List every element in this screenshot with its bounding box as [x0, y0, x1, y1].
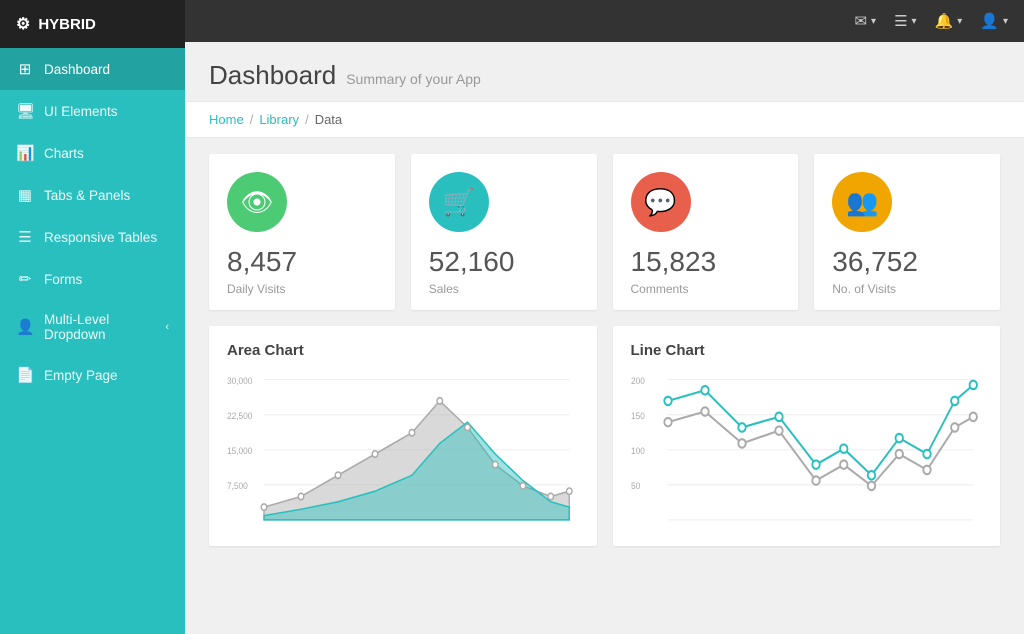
line-chart-card: Line Chart 200 150 100 50 [613, 326, 1001, 546]
tabs-icon: ▦ [16, 186, 34, 204]
sidebar-item-responsive-tables[interactable]: ☰ Responsive Tables [0, 216, 185, 258]
breadcrumb-library[interactable]: Library [259, 112, 299, 127]
svg-text:100: 100 [631, 445, 645, 456]
chevron-left-icon: ‹ [165, 321, 169, 333]
line-chart-svg: 200 150 100 50 [631, 369, 983, 539]
comments-value: 15,823 [631, 246, 781, 278]
breadcrumb: Home / Library / Data [185, 101, 1024, 138]
comment-icon: 💬 [644, 187, 676, 218]
area-chart-title: Area Chart [227, 342, 579, 359]
svg-text:15,000: 15,000 [227, 445, 252, 456]
topbar-user[interactable]: 👤 ▾ [980, 12, 1008, 30]
comments-icon-circle: 💬 [631, 172, 691, 232]
topbar-mail[interactable]: ✉ ▾ [854, 12, 876, 30]
sidebar-item-tabs-panels[interactable]: ▦ Tabs & Panels [0, 174, 185, 216]
daily-visits-label: Daily Visits [227, 282, 377, 296]
page-icon: 📄 [16, 366, 34, 384]
svg-text:200: 200 [631, 375, 645, 386]
svg-text:50: 50 [631, 481, 640, 492]
stats-cards-row: 👁 8,457 Daily Visits 🛒 52,160 Sales 💬 15… [185, 154, 1024, 326]
breadcrumb-current: Data [315, 112, 342, 127]
sidebar-item-label: Dashboard [44, 62, 110, 77]
topbar-user-arrow: ▾ [1003, 16, 1008, 27]
multilevel-icon: 👤 [16, 318, 34, 336]
page-title: Dashboard [209, 60, 336, 91]
user-icon: 👤 [980, 12, 999, 30]
breadcrumb-sep-2: / [305, 112, 309, 127]
sidebar-item-label: Charts [44, 146, 84, 161]
topbar-menu[interactable]: ☰ ▾ [894, 12, 916, 30]
table-icon: ☰ [16, 228, 34, 246]
topbar: ✉ ▾ ☰ ▾ 🔔 ▾ 👤 ▾ [185, 0, 1024, 42]
sidebar-item-charts[interactable]: 📊 Charts [0, 132, 185, 174]
svg-text:22,500: 22,500 [227, 410, 252, 421]
no-of-visits-label: No. of Visits [832, 282, 982, 296]
main-wrapper: ✉ ▾ ☰ ▾ 🔔 ▾ 👤 ▾ Dashboard Summary of you… [185, 0, 1024, 634]
stat-card-comments: 💬 15,823 Comments [613, 154, 799, 310]
content-area: Dashboard Summary of your App Home / Lib… [185, 42, 1024, 634]
visits-icon-circle: 👥 [832, 172, 892, 232]
area-chart-svg: 30,000 22,500 15,000 7,500 [227, 369, 579, 539]
sidebar-item-label: Responsive Tables [44, 230, 157, 245]
page-subtitle: Summary of your App [346, 71, 481, 87]
sidebar-item-ui-elements[interactable]: 🖥 UI Elements [0, 90, 185, 132]
app-logo: ⚙ HYBRID [0, 0, 185, 48]
stat-card-no-of-visits: 👥 36,752 No. of Visits [814, 154, 1000, 310]
sidebar-item-multi-level[interactable]: 👤 Multi-Level Dropdown ‹ [0, 300, 185, 354]
breadcrumb-home[interactable]: Home [209, 112, 244, 127]
svg-text:7,500: 7,500 [227, 481, 248, 492]
comments-label: Comments [631, 282, 781, 296]
sidebar-nav: ⊞ Dashboard 🖥 UI Elements 📊 Charts ▦ Tab… [0, 48, 185, 634]
forms-icon: ✏ [16, 270, 34, 288]
sidebar-item-label: Empty Page [44, 368, 118, 383]
dashboard-icon: ⊞ [16, 60, 34, 78]
breadcrumb-sep-1: / [250, 112, 254, 127]
charts-row: Area Chart 30,000 22,500 15,000 7,500 [185, 326, 1024, 562]
menu-icon: ☰ [894, 12, 907, 30]
sidebar: ⚙ HYBRID ⊞ Dashboard 🖥 UI Elements 📊 Cha… [0, 0, 185, 634]
topbar-mail-arrow: ▾ [871, 16, 876, 27]
sales-value: 52,160 [429, 246, 579, 278]
topbar-bell-arrow: ▾ [957, 16, 962, 27]
sidebar-item-label: Tabs & Panels [44, 188, 130, 203]
sidebar-item-label: Forms [44, 272, 82, 287]
bell-icon: 🔔 [935, 12, 954, 30]
daily-visits-icon-circle: 👁 [227, 172, 287, 232]
cart-icon: 🛒 [443, 187, 475, 218]
sidebar-item-dashboard[interactable]: ⊞ Dashboard [0, 48, 185, 90]
area-chart-card: Area Chart 30,000 22,500 15,000 7,500 [209, 326, 597, 546]
no-of-visits-value: 36,752 [832, 246, 982, 278]
page-header: Dashboard Summary of your App [185, 42, 1024, 101]
stat-card-sales: 🛒 52,160 Sales [411, 154, 597, 310]
monitor-icon: 🖥 [16, 102, 34, 120]
sidebar-item-label: UI Elements [44, 104, 118, 119]
chart-icon: 📊 [16, 144, 34, 162]
gear-icon: ⚙ [16, 14, 30, 34]
sidebar-item-forms[interactable]: ✏ Forms [0, 258, 185, 300]
sales-icon-circle: 🛒 [429, 172, 489, 232]
mail-icon: ✉ [854, 12, 867, 30]
sales-label: Sales [429, 282, 579, 296]
group-icon: 👥 [846, 187, 878, 218]
topbar-notifications[interactable]: 🔔 ▾ [935, 12, 963, 30]
svg-text:30,000: 30,000 [227, 375, 252, 386]
sidebar-item-label: Multi-Level Dropdown [44, 312, 155, 342]
daily-visits-value: 8,457 [227, 246, 377, 278]
sidebar-item-empty-page[interactable]: 📄 Empty Page [0, 354, 185, 396]
stat-card-daily-visits: 👁 8,457 Daily Visits [209, 154, 395, 310]
app-name: HYBRID [38, 16, 96, 33]
topbar-menu-arrow: ▾ [912, 16, 917, 27]
eye-icon: 👁 [240, 187, 273, 218]
line-chart-title: Line Chart [631, 342, 983, 359]
svg-text:150: 150 [631, 410, 645, 421]
